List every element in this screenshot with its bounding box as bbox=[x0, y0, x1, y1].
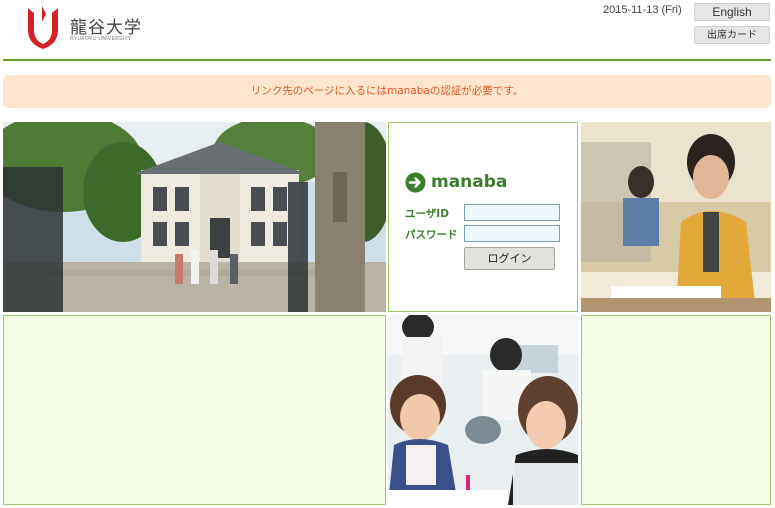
english-button[interactable]: English bbox=[694, 3, 770, 21]
empty-tile-right bbox=[581, 315, 771, 505]
student-photo bbox=[581, 122, 771, 312]
logo-subtext: RYUKOKU UNIVERSITY bbox=[70, 36, 132, 42]
attendance-card-button[interactable]: 出席カード bbox=[694, 26, 770, 44]
manaba-title: manaba bbox=[431, 172, 508, 192]
header-divider bbox=[3, 59, 771, 61]
logo-text: 龍谷大学 bbox=[70, 18, 142, 38]
campus-photo bbox=[3, 122, 386, 312]
current-date: 2015-11-13 (Fri) bbox=[603, 4, 682, 16]
password-label: パスワード bbox=[405, 229, 458, 241]
empty-tile-left bbox=[3, 315, 386, 505]
login-button[interactable]: ログイン bbox=[464, 247, 555, 270]
user-id-label: ユーザID bbox=[405, 208, 449, 220]
login-panel: manaba ユーザID パスワード ログイン bbox=[388, 122, 578, 312]
password-input[interactable] bbox=[464, 225, 560, 242]
ryukoku-logo-icon bbox=[28, 6, 58, 49]
university-logo[interactable]: 龍谷大学 RYUKOKU UNIVERSITY bbox=[24, 4, 144, 52]
user-id-input[interactable] bbox=[464, 204, 560, 221]
students-studying-photo bbox=[388, 315, 578, 505]
arrow-right-circle-icon bbox=[405, 172, 426, 193]
auth-notice: リンク先のページに入るにはmanabaの認証が必要です。 bbox=[3, 75, 771, 108]
